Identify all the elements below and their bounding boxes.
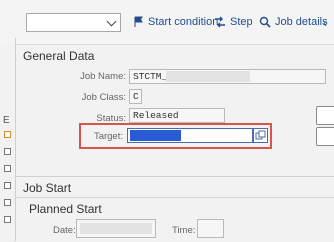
date-field[interactable] [76,219,156,238]
time-field[interactable] [197,219,224,238]
planned-start-title: Planned Start [29,202,102,216]
row-selector-icon[interactable] [4,216,11,223]
search-icon [259,16,271,28]
row-selector-icon[interactable] [4,199,11,206]
start-condition-label: Start condition [148,16,219,28]
toolbar-dropdown[interactable] [26,13,121,32]
job-class-value: C [133,91,139,102]
job-details-button[interactable]: Job details [259,14,328,30]
job-class-field[interactable]: C [129,89,142,104]
chevron-down-icon [106,16,117,27]
job-details-label: Job details [275,16,328,28]
redacted-text [166,71,250,82]
status-value: Released [133,110,179,121]
status-field: Released [129,108,225,123]
value-help-button[interactable] [253,128,268,143]
step-button[interactable]: Step [214,14,253,30]
job-name-label: Job Name: [80,71,126,82]
job-name-value: STCTM_ [133,71,168,82]
side-button[interactable] [316,106,334,125]
row-selector-icon[interactable] [4,148,11,155]
more-toolbar-icon[interactable]: ‹ [323,16,327,30]
target-selected-text [130,130,181,141]
redacted-text [80,223,152,234]
step-label: Step [230,16,253,28]
job-start-title: Job Start [23,181,72,195]
row-selector-icon[interactable] [4,182,11,189]
general-data-title: General Data [23,49,95,63]
target-label: Target: [93,131,123,142]
step-icon [215,16,225,28]
copy-icon [255,130,266,140]
job-name-field[interactable]: STCTM_ [129,69,326,84]
start-condition-button[interactable]: Start condition [134,14,218,30]
side-column-letter: E [3,115,10,126]
row-selector-icon[interactable] [4,131,11,138]
divider [16,197,334,198]
side-button[interactable] [316,127,334,146]
row-selector-icon[interactable] [4,165,11,172]
job-class-label: Job Class: [81,92,126,103]
time-label: Time: [172,225,196,236]
date-label: Date: [53,225,76,236]
flag-icon [134,16,143,27]
